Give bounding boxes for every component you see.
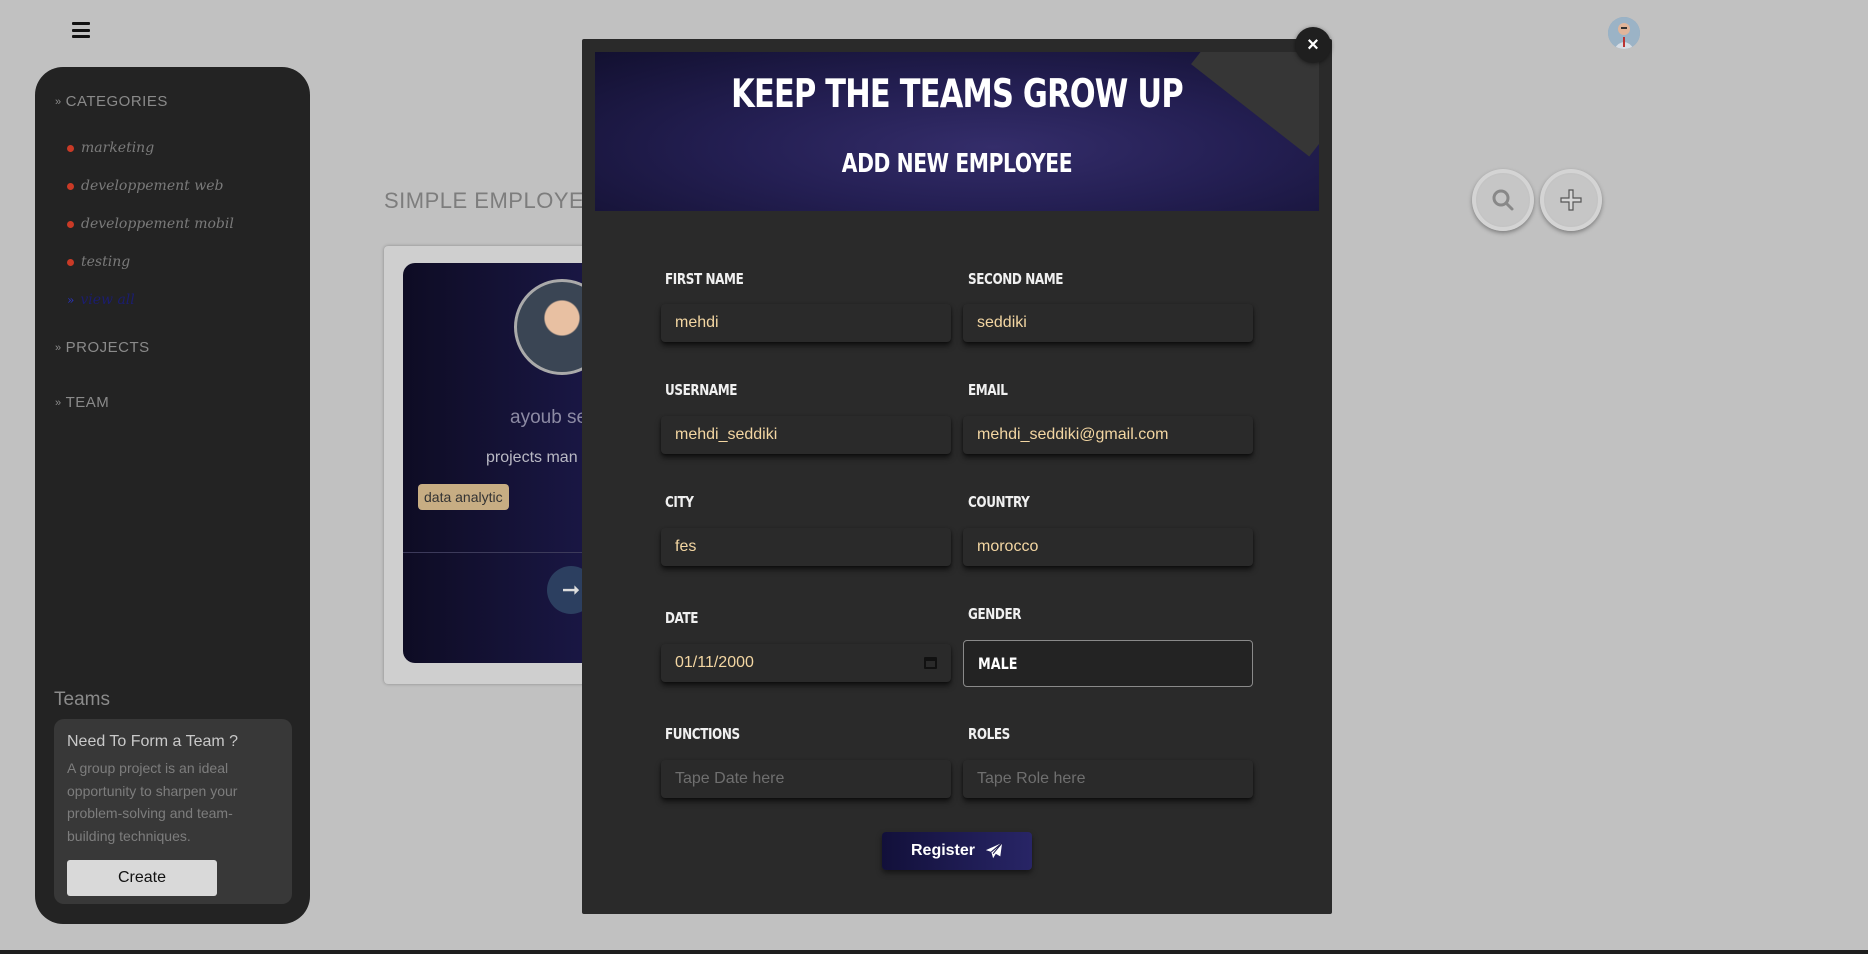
chevron-right-icon: » [67,293,75,307]
employee-name: ayoub se [510,407,588,428]
username-field[interactable]: mehdi_seddiki [661,416,951,454]
avatar[interactable] [1608,17,1640,49]
create-button[interactable]: Create [67,860,217,896]
chevron-right-icon: » [55,341,62,354]
categories-header[interactable]: » CATEGORIES [55,93,168,110]
username-label: USERNAME [665,381,738,399]
employee-tag: data analytic [418,484,509,510]
category-item[interactable]: developpement web [67,167,234,205]
chevron-down-icon: » [55,95,62,108]
gender-value: MALE [978,654,1018,673]
modal-subheading: ADD NEW EMPLOYEE [841,149,1073,179]
email-field[interactable]: mehdi_seddiki@gmail.com [963,416,1253,454]
employee-role: projects man [486,449,578,466]
email-label: EMAIL [968,381,1008,399]
country-field[interactable]: morocco [963,528,1253,566]
team-header[interactable]: » TEAM [55,394,109,411]
modal-banner: KEEP THE TEAMS GROW UP ADD NEW EMPLOYEE [595,52,1319,211]
city-label: CITY [665,493,694,511]
modal-heading: KEEP THE TEAMS GROW UP [731,72,1183,117]
bullet-icon [67,182,74,190]
sidebar: » CATEGORIES marketing developpement web… [35,67,310,924]
gender-select[interactable]: MALE [963,640,1253,687]
calendar-icon[interactable] [924,657,937,669]
city-field[interactable]: fes [661,528,951,566]
second-name-label: SECOND NAME [968,270,1064,288]
roles-field[interactable]: Tape Role here [963,760,1253,798]
page-title: SIMPLE EMPLOYEE [384,188,600,213]
category-item[interactable]: developpement mobil [67,205,234,243]
category-item[interactable]: marketing [67,129,234,167]
roles-label: ROLES [968,725,1010,743]
bullet-icon [67,144,74,152]
teams-title: Teams [54,689,110,710]
form-team-card: Need To Form a Team ? A group project is… [54,719,292,904]
search-icon [1492,189,1514,211]
bullet-icon [67,220,74,228]
functions-label: FUNCTIONS [665,725,740,743]
categories-list: marketing developpement web developpemen… [67,129,234,319]
plus-icon [1560,189,1582,211]
projects-header[interactable]: » PROJECTS [55,339,150,356]
avatar-image [1608,17,1640,49]
bottom-strip [0,950,1868,954]
category-item[interactable]: testing [67,243,234,281]
date-label: DATE [665,609,699,627]
country-label: COUNTRY [968,493,1030,511]
close-icon[interactable]: × [1295,27,1331,63]
chevron-right-icon: » [55,396,62,409]
second-name-field[interactable]: seddiki [963,304,1253,342]
first-name-label: FIRST NAME [665,270,744,288]
date-field[interactable]: 01/11/2000 [661,644,951,682]
search-button[interactable] [1472,169,1534,231]
register-label: Register [910,842,976,859]
bullet-icon [67,258,74,266]
view-all-link[interactable]: » view all [67,281,234,319]
functions-field[interactable]: Tape Date here [661,760,951,798]
menu-icon[interactable] [72,22,90,38]
first-name-field[interactable]: mehdi [661,304,951,342]
send-icon [985,842,1003,859]
date-value: 01/11/2000 [675,654,754,671]
team-card-title: Need To Form a Team ? [67,733,239,750]
gender-label: GENDER [968,605,1022,623]
register-button[interactable]: Register [882,832,1032,870]
team-card-text: A group project is an ideal opportunity … [67,760,238,844]
add-button[interactable] [1540,169,1602,231]
